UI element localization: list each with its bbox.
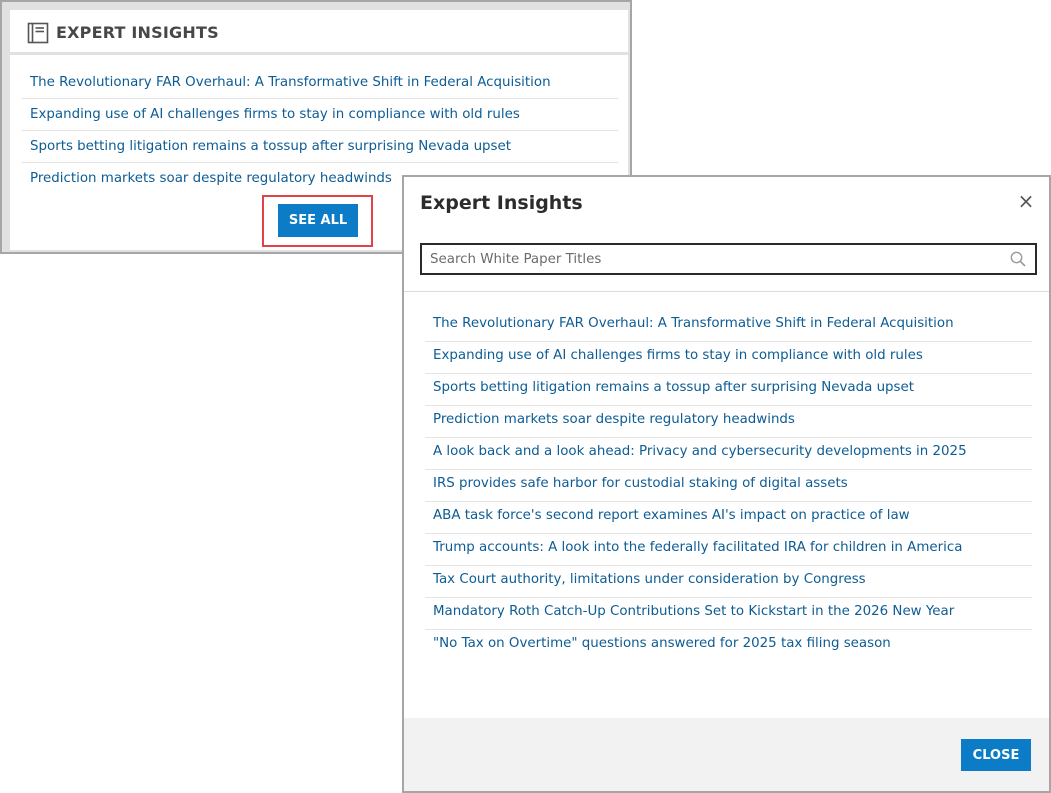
modal-insight-link[interactable]: Trump accounts: A look into the federall… xyxy=(425,534,1032,566)
widget-header: EXPERT INSIGHTS xyxy=(10,10,628,55)
modal-insight-link[interactable]: ABA task force's second report examines … xyxy=(425,502,1032,534)
see-all-button[interactable]: SEE ALL xyxy=(278,204,358,237)
search-input[interactable] xyxy=(422,245,1002,273)
modal-insight-link[interactable]: Prediction markets soar despite regulato… xyxy=(425,406,1032,438)
modal-divider xyxy=(404,291,1049,292)
document-icon xyxy=(27,22,49,44)
close-button[interactable]: CLOSE xyxy=(961,739,1031,771)
modal-insights-list: The Revolutionary FAR Overhaul: A Transf… xyxy=(425,310,1032,662)
modal-insight-link[interactable]: Expanding use of AI challenges firms to … xyxy=(425,342,1032,374)
modal-insight-link[interactable]: Sports betting litigation remains a toss… xyxy=(425,374,1032,406)
close-icon[interactable]: × xyxy=(1016,191,1036,211)
widget-insight-link[interactable]: The Revolutionary FAR Overhaul: A Transf… xyxy=(22,67,618,99)
widget-insight-link[interactable]: Expanding use of AI challenges firms to … xyxy=(22,99,618,131)
modal-insight-link[interactable]: The Revolutionary FAR Overhaul: A Transf… xyxy=(425,310,1032,342)
search-icon[interactable] xyxy=(1009,250,1027,268)
modal-insight-link[interactable]: Tax Court authority, limitations under c… xyxy=(425,566,1032,598)
modal-title: Expert Insights xyxy=(420,192,583,214)
search-box xyxy=(420,243,1037,275)
widget-title: EXPERT INSIGHTS xyxy=(56,23,219,42)
modal-footer: CLOSE xyxy=(404,718,1049,791)
expert-insights-modal: Expert Insights × The Revolutionary FAR … xyxy=(402,175,1051,793)
modal-insight-link[interactable]: A look back and a look ahead: Privacy an… xyxy=(425,438,1032,470)
modal-insight-link[interactable]: Mandatory Roth Catch-Up Contributions Se… xyxy=(425,598,1032,630)
modal-insight-link[interactable]: "No Tax on Overtime" questions answered … xyxy=(425,630,1032,662)
modal-insight-link[interactable]: IRS provides safe harbor for custodial s… xyxy=(425,470,1032,502)
widget-insight-link[interactable]: Sports betting litigation remains a toss… xyxy=(22,131,618,163)
